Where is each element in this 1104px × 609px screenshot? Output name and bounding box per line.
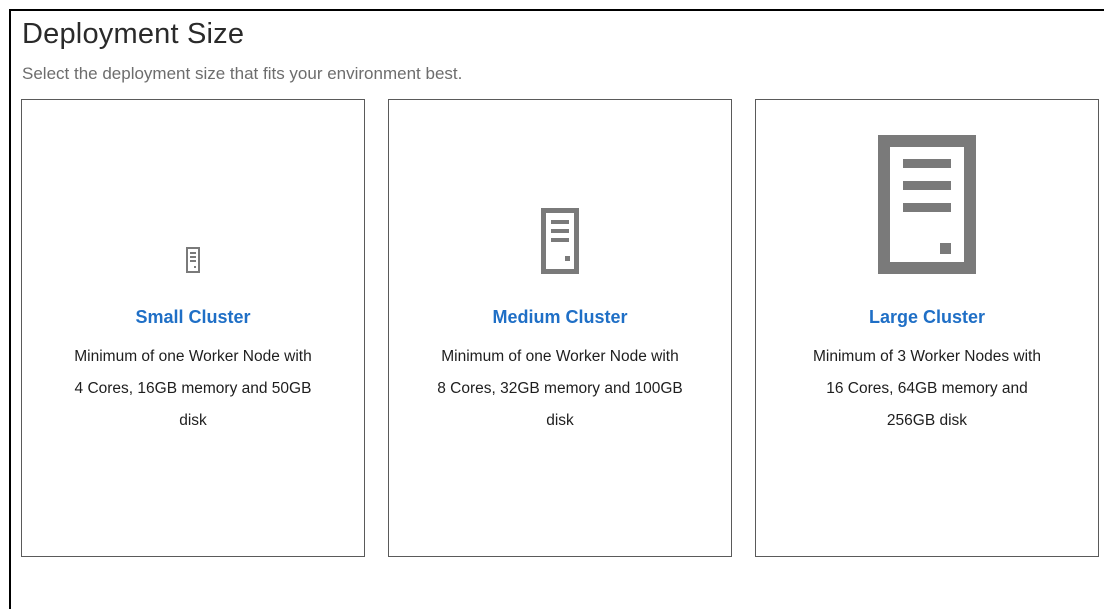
card-description: Minimum of one Worker Node with 4 Cores,…: [74, 348, 312, 429]
server-tower-medium-icon: [541, 208, 579, 274]
card-title: Large Cluster: [868, 307, 986, 327]
server-tower-large-icon: [878, 135, 976, 274]
page-subtitle: Select the deployment size that fits you…: [22, 64, 463, 83]
card-title: Medium Cluster: [492, 307, 628, 327]
medium-cluster-card[interactable]: Medium Cluster Minimum of one Worker Nod…: [388, 99, 732, 557]
page-title: Deployment Size: [22, 18, 245, 50]
server-tower-small-icon: [186, 247, 200, 273]
small-cluster-card[interactable]: Small Cluster Minimum of one Worker Node…: [21, 99, 365, 557]
large-cluster-card[interactable]: Large Cluster Minimum of 3 Worker Nodes …: [755, 99, 1099, 557]
card-description: Minimum of one Worker Node with 8 Cores,…: [437, 348, 683, 429]
card-title: Small Cluster: [135, 307, 251, 327]
card-description: Minimum of 3 Worker Nodes with 16 Cores,…: [813, 348, 1041, 429]
